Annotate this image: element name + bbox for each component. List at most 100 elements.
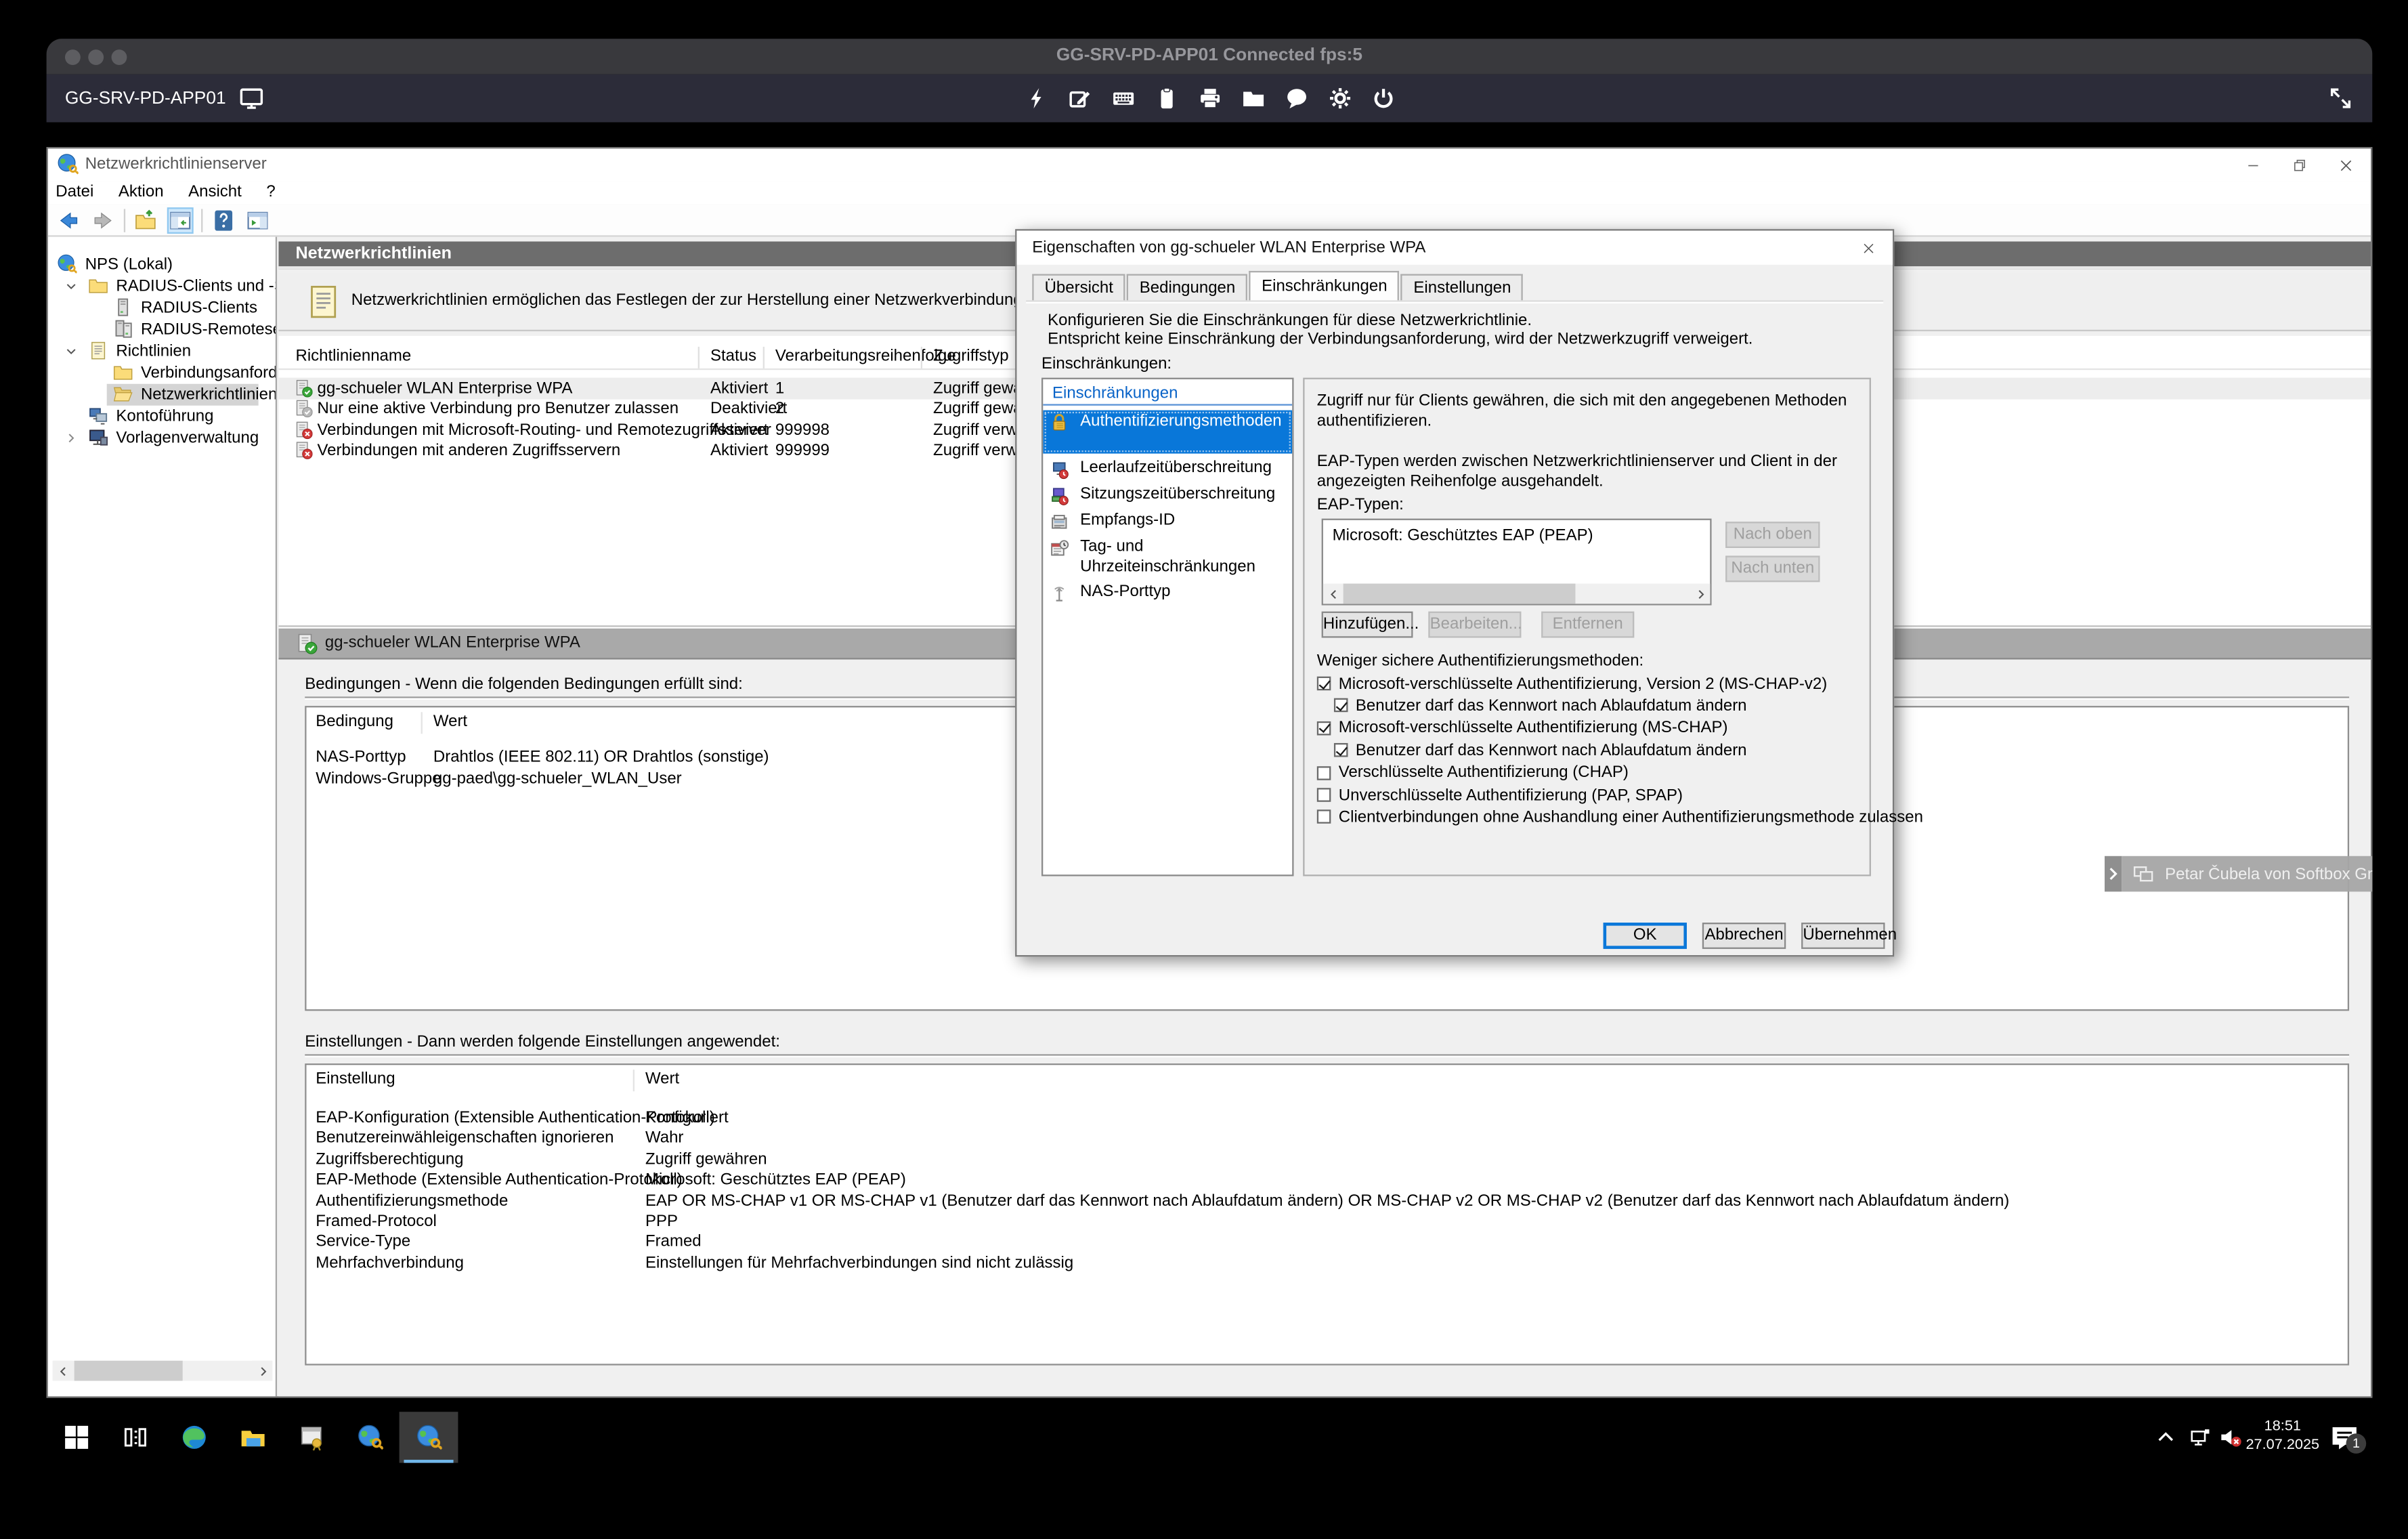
dialog-titlebar[interactable]: Eigenschaften von gg-schueler WLAN Enter… <box>1016 231 1892 265</box>
checkbox-icon[interactable] <box>1317 721 1331 735</box>
tree-horizontal-scrollbar[interactable] <box>53 1361 273 1381</box>
scrollbar-thumb[interactable] <box>74 1361 183 1381</box>
eap-types-list[interactable]: Microsoft: Geschütztes EAP (PEAP) <box>1322 519 1712 606</box>
column-verarbeitungsreihenfolge[interactable]: Verarbeitungsreihenfolge <box>775 346 956 364</box>
printer-icon[interactable] <box>1198 87 1221 110</box>
tray-chevron-up-icon[interactable] <box>2154 1426 2177 1449</box>
setting-row[interactable]: EAP-Methode (Extensible Authentication-P… <box>306 1171 2347 1192</box>
back-arrow-icon[interactable] <box>56 207 82 233</box>
constraint-empfangs-id[interactable]: Empfangs-ID <box>1043 511 1292 532</box>
fullscreen-icon[interactable] <box>2329 87 2352 110</box>
menu-aktion[interactable]: Aktion <box>106 181 176 204</box>
minimize-button[interactable] <box>2231 152 2275 180</box>
eap-type-peap[interactable]: Microsoft: Geschütztes EAP (PEAP) <box>1333 526 1593 545</box>
constraint-tag-uhrzeit[interactable]: Tag- und Uhrzeiteinschränkungen <box>1043 537 1292 577</box>
checkbox-no-auth-negotiation[interactable]: Clientverbindungen ohne Aushandlung eine… <box>1317 807 1923 828</box>
constraint-sitzungszeit[interactable]: Sitzungszeitüberschreitung <box>1043 484 1292 506</box>
column-zugriffstyp[interactable]: Zugriffstyp <box>933 346 1009 364</box>
setting-row[interactable]: Authentifizierungsmethode EAP OR MS-CHAP… <box>306 1192 2347 1213</box>
tree-item-radius-clients[interactable]: RADIUS-Clients <box>48 297 277 319</box>
scroll-left-icon[interactable] <box>53 1361 73 1381</box>
tab-bedingungen[interactable]: Bedingungen <box>1127 274 1248 300</box>
show-console-tree-icon[interactable] <box>167 207 194 233</box>
volume-muted-icon[interactable] <box>2219 1426 2242 1449</box>
column-wert[interactable]: Wert <box>433 712 467 730</box>
column-wert[interactable]: Wert <box>645 1070 679 1088</box>
setting-row[interactable]: Benutzereinwähleigenschaften ignorieren … <box>306 1129 2347 1150</box>
checkbox-icon[interactable] <box>1317 788 1331 802</box>
menu-datei[interactable]: Datei <box>48 181 106 204</box>
constraint-authentifizierungsmethoden[interactable]: Authentifizierungsmethoden <box>1043 410 1292 454</box>
network-icon[interactable] <box>2188 1426 2211 1449</box>
checkbox-chap[interactable]: Verschlüsselte Authentifizierung (CHAP) <box>1317 763 1629 783</box>
start-button[interactable] <box>47 1412 106 1462</box>
nps-titlebar[interactable]: Netzwerkrichtlinienserver <box>48 148 2371 181</box>
taskbar-clock[interactable]: 18:51 27.07.2025 <box>2244 1418 2321 1455</box>
column-richtlinienname[interactable]: Richtlinienname <box>295 346 411 364</box>
checkbox-mschap-v2[interactable]: Microsoft-verschlüsselte Authentifizieru… <box>1317 673 1827 694</box>
chat-icon[interactable] <box>1285 87 1308 110</box>
menu-hilfe[interactable]: ? <box>254 181 288 204</box>
constraint-leerlaufzeit[interactable]: Leerlaufzeitüberschreitung <box>1043 458 1292 480</box>
checkbox-pap-spap[interactable]: Unverschlüsselte Authentifizierung (PAP,… <box>1317 785 1683 805</box>
forward-arrow-icon[interactable] <box>90 207 116 233</box>
checkbox-mschap-pw-change[interactable]: Benutzer darf das Kennwort nach Ablaufda… <box>1334 740 1747 761</box>
tree-item-vorlagenverwaltung[interactable]: Vorlagenverwaltung <box>48 427 277 449</box>
scroll-right-icon[interactable] <box>253 1361 273 1381</box>
add-button[interactable]: Hinzufügen... <box>1322 612 1413 638</box>
checkbox-mschap[interactable]: Microsoft-verschlüsselte Authentifizieru… <box>1317 718 1728 738</box>
checkbox-mschap-v2-pw-change[interactable]: Benutzer darf das Kennwort nach Ablaufda… <box>1334 696 1747 716</box>
checkbox-icon[interactable] <box>1317 810 1331 824</box>
clipboard-icon[interactable] <box>1155 87 1178 110</box>
session-tab[interactable]: GG-SRV-PD-APP01 <box>65 87 263 110</box>
nps-running-button[interactable] <box>400 1412 458 1462</box>
chevron-down-icon[interactable] <box>64 278 79 294</box>
cancel-button[interactable]: Abbrechen <box>1702 923 1786 949</box>
tree-item-netzwerkrichtlinien[interactable]: Netzwerkrichtlinien <box>48 384 277 406</box>
ok-button[interactable]: OK <box>1604 923 1687 949</box>
edge-button[interactable] <box>164 1412 223 1462</box>
column-status[interactable]: Status <box>710 346 756 364</box>
mac-minimize-button[interactable] <box>88 49 104 64</box>
checkbox-icon[interactable] <box>1334 699 1348 713</box>
edit-icon[interactable] <box>1068 87 1091 110</box>
move-down-button[interactable]: Nach unten <box>1725 555 1820 582</box>
task-view-button[interactable] <box>105 1412 164 1462</box>
checkbox-icon[interactable] <box>1317 677 1331 691</box>
setting-row[interactable]: Framed-Protocol PPP <box>306 1212 2347 1233</box>
certificates-console-button[interactable] <box>282 1412 341 1462</box>
scroll-left-icon[interactable] <box>1323 584 1343 604</box>
tree-item-nps-lokal[interactable]: NPS (Lokal) <box>48 254 277 276</box>
keyboard-icon[interactable] <box>1111 87 1134 110</box>
setting-row[interactable]: Service-Type Framed <box>306 1233 2347 1254</box>
checkbox-icon[interactable] <box>1317 765 1331 780</box>
setting-row[interactable]: Zugriffsberechtigung Zugriff gewähren <box>306 1150 2347 1171</box>
remove-button[interactable]: Entfernen <box>1541 612 1634 638</box>
tree-item-radius-clients-server[interactable]: RADIUS-Clients und -Serve <box>48 276 277 297</box>
explorer-button[interactable] <box>223 1412 282 1462</box>
mac-zoom-button[interactable] <box>112 49 127 64</box>
tab-einschraenkungen[interactable]: Einschränkungen <box>1249 271 1400 300</box>
chevron-right-icon[interactable] <box>64 430 79 446</box>
folder-icon[interactable] <box>1241 87 1264 110</box>
help-icon[interactable] <box>211 207 237 233</box>
chevron-down-icon[interactable] <box>64 343 79 359</box>
tree-item-radius-remoteserver[interactable]: RADIUS-Remoteserverg <box>48 319 277 341</box>
mac-close-button[interactable] <box>65 49 81 64</box>
export-icon[interactable] <box>133 207 160 233</box>
tab-einstellungen[interactable]: Einstellungen <box>1401 274 1524 300</box>
scrollbar-thumb[interactable] <box>1343 584 1576 604</box>
move-up-button[interactable]: Nach oben <box>1725 522 1820 548</box>
power-icon[interactable] <box>1371 87 1394 110</box>
tree-item-richtlinien[interactable]: Richtlinien <box>48 341 277 362</box>
nps-pinned-button[interactable] <box>341 1412 400 1462</box>
setting-row[interactable]: EAP-Konfiguration (Extensible Authentica… <box>306 1108 2347 1129</box>
chevron-right-icon[interactable] <box>2105 856 2122 892</box>
scroll-right-icon[interactable] <box>1690 584 1711 604</box>
lightning-icon[interactable] <box>1025 87 1048 110</box>
close-icon[interactable] <box>1846 234 1889 261</box>
eap-horizontal-scrollbar[interactable] <box>1323 584 1710 604</box>
show-action-pane-icon[interactable] <box>244 207 271 233</box>
column-bedingung[interactable]: Bedingung <box>316 712 393 730</box>
tab-uebersicht[interactable]: Übersicht <box>1032 274 1125 300</box>
